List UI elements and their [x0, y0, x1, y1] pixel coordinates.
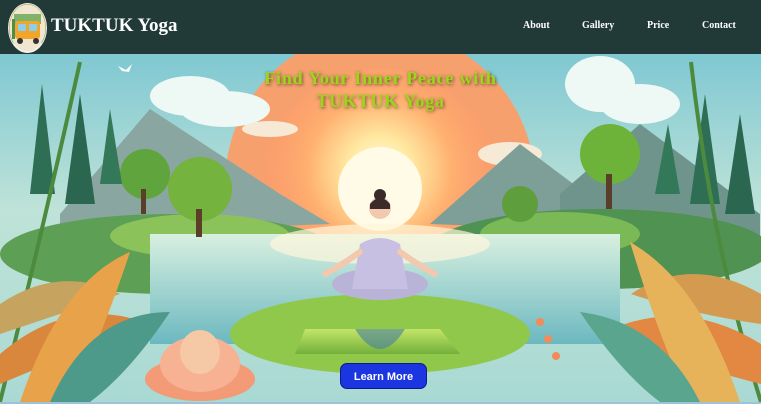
nav-gallery[interactable]: Gallery: [582, 19, 614, 33]
hero-headline: Find Your Inner Peace with TUKTUK Yoga: [0, 67, 761, 113]
hero-headline-line2: TUKTUK Yoga: [316, 91, 445, 111]
top-navbar: TUKTUK Yoga About Gallery Price Contact: [0, 0, 761, 54]
nav-price[interactable]: Price: [647, 19, 669, 33]
nav-contact[interactable]: Contact: [702, 19, 736, 33]
tuktuk-logo-icon[interactable]: [8, 3, 47, 53]
learn-more-button[interactable]: Learn More: [340, 363, 427, 389]
brand-name[interactable]: TUKTUK Yoga: [51, 14, 178, 38]
hero-banner: Find Your Inner Peace with TUKTUK Yoga: [0, 54, 761, 402]
hero-headline-line1: Find Your Inner Peace with: [264, 68, 497, 88]
nav-about[interactable]: About: [523, 19, 550, 33]
